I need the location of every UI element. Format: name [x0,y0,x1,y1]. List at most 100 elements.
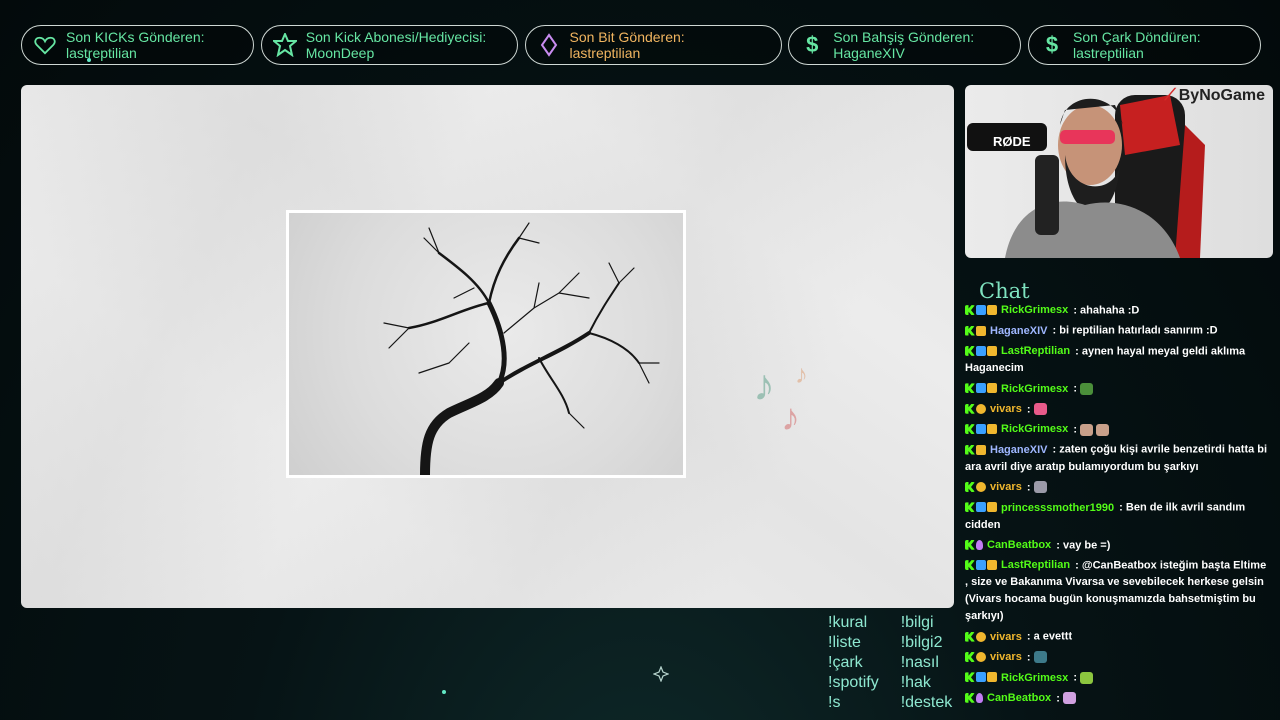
chat-username[interactable]: vivars [990,631,1022,643]
chat-username[interactable]: LastReptilian [1001,559,1070,571]
crown-badge-icon [987,424,997,435]
brand-logo: ⟋ ByNoGame [1165,87,1265,105]
chat-text: : [1023,481,1031,494]
chat-badges [965,499,998,516]
command-item: !bilgi [900,614,934,631]
sub-badge-icon [976,672,986,683]
chat-message: CanBeatbox : vay be =) [965,537,1270,554]
chat-username[interactable]: vivars [990,481,1022,493]
chat-title: Chat [979,279,1030,303]
chat-badges [965,628,987,645]
music-note-icon: ♪ ♪ ♪ [753,355,823,439]
chat-message: princesssmother1990 : Ben de ilk avril s… [965,499,1270,533]
chat-message: RickGrimesx : [965,669,1270,686]
sub-badge-icon [976,345,986,356]
chat-text: : [1053,692,1060,705]
mic-badge-icon [976,692,983,703]
svg-text:♪: ♪ [753,361,775,410]
mic-label: RØDE [993,134,1031,149]
tree-illustration [383,222,660,480]
chat-username[interactable]: RickGrimesx [1001,423,1068,435]
chat-text: : [1070,382,1077,395]
sub-badge-icon [976,383,986,394]
chat-message: vivars : [965,401,1270,418]
chat-username[interactable]: RickGrimesx [1001,672,1068,684]
chat-badges [965,343,998,360]
command-item: !bilgi2 [900,634,943,651]
chat-message: RickGrimesx : ahahaha :D [965,302,1270,319]
chat-message: CanBeatbox : [965,690,1270,707]
kick-badge-icon [965,502,975,513]
kick-badge-icon [965,403,975,414]
chat-message: LastReptilian : aynen hayal meyal geldi … [965,343,1270,377]
emote-icon [1033,481,1047,494]
chat-text: : a evettt [1023,630,1073,643]
chat-badges [965,401,987,418]
diamond-icon [536,32,562,58]
chat-message: RickGrimesx : [965,421,1270,438]
chat-badges [965,669,998,686]
chat-username[interactable]: LastReptilian [1001,345,1070,357]
og-badge-icon [976,481,986,492]
alert-label: Son Kick Abonesi/Hediyecisi: [305,29,487,45]
chat-username[interactable]: CanBeatbox [987,692,1051,704]
alert-last-tip: $ Son Bahşiş Gönderen: HaganeXIV [788,25,1022,65]
kick-badge-icon [965,325,975,336]
alert-label: Son Bahşiş Gönderen: [833,29,975,45]
chat-badges [965,322,987,339]
kick-badge-icon [965,305,975,316]
chat-message: HaganeXIV : zaten çoğu kişi avrile benze… [965,441,1270,475]
chat-username[interactable]: princesssmother1990 [1001,502,1114,514]
command-item: !liste [828,634,861,651]
streamer-camera-feed: RØDE [967,95,1205,258]
chat-username[interactable]: CanBeatbox [987,539,1051,551]
chat-text: : [1023,651,1031,664]
kick-badge-icon [965,481,975,492]
alert-value: HaganeXIV [833,45,905,61]
brand-mark-icon: ⟋ [1164,87,1176,104]
chat-username[interactable]: vivars [990,651,1022,663]
svg-text:♪: ♪ [781,397,800,435]
chat-text: : [1070,671,1077,684]
webcam-panel: RØDE ⟋ ByNoGame [965,85,1273,258]
kick-badge-icon [965,345,975,356]
chat-badges [965,557,998,574]
sub-badge-icon [976,305,986,316]
sub-badge-icon [976,502,986,513]
heart-icon [32,32,58,58]
chat-username[interactable]: HaganeXIV [990,444,1047,456]
chat-message: vivars : [965,479,1270,496]
og-badge-icon [976,403,986,414]
alert-last-bits: Son Bit Gönderen: lastreptilian [524,25,782,65]
kick-badge-icon [965,651,975,662]
alert-label: Son KICKs Gönderen: [66,29,205,45]
dollar-icon: $ [806,32,819,57]
star-icon [272,32,298,58]
chat-username[interactable]: RickGrimesx [1001,383,1068,395]
kick-badge-icon [965,383,975,394]
emote-icon [1096,423,1109,436]
sparkle-icon [653,666,669,682]
kick-badge-icon [965,424,975,435]
commands-column-2: !bilgi !bilgi2 !nasıl !hak !destek [901,613,953,713]
chat-username[interactable]: HaganeXIV [990,325,1047,337]
alert-label: Son Bit Gönderen: [569,29,685,45]
kick-badge-icon [965,672,975,683]
chat-text: : ahahaha :D [1070,304,1140,317]
chat-message: vivars : [965,649,1270,666]
chat-text: : [1023,403,1031,416]
emote-icon [1033,651,1047,664]
chat-badges [965,380,998,397]
sub-badge-icon [976,424,986,435]
emote-icon [1033,403,1047,416]
command-item: !kural [828,614,868,631]
chat-username[interactable]: vivars [990,403,1022,415]
chat-username[interactable]: RickGrimesx [1001,304,1068,316]
crown-badge-icon [987,502,997,513]
crown-badge-icon [987,305,997,316]
alert-last-sub: Son Kick Abonesi/Hediyecisi: MoonDeep [260,25,518,65]
alert-value: lastreptilian [569,45,641,61]
chat-message: LastReptilian : @CanBeatbox isteğim başt… [965,557,1270,625]
chat-message: RickGrimesx : [965,380,1270,397]
crown-badge-icon [987,345,997,356]
